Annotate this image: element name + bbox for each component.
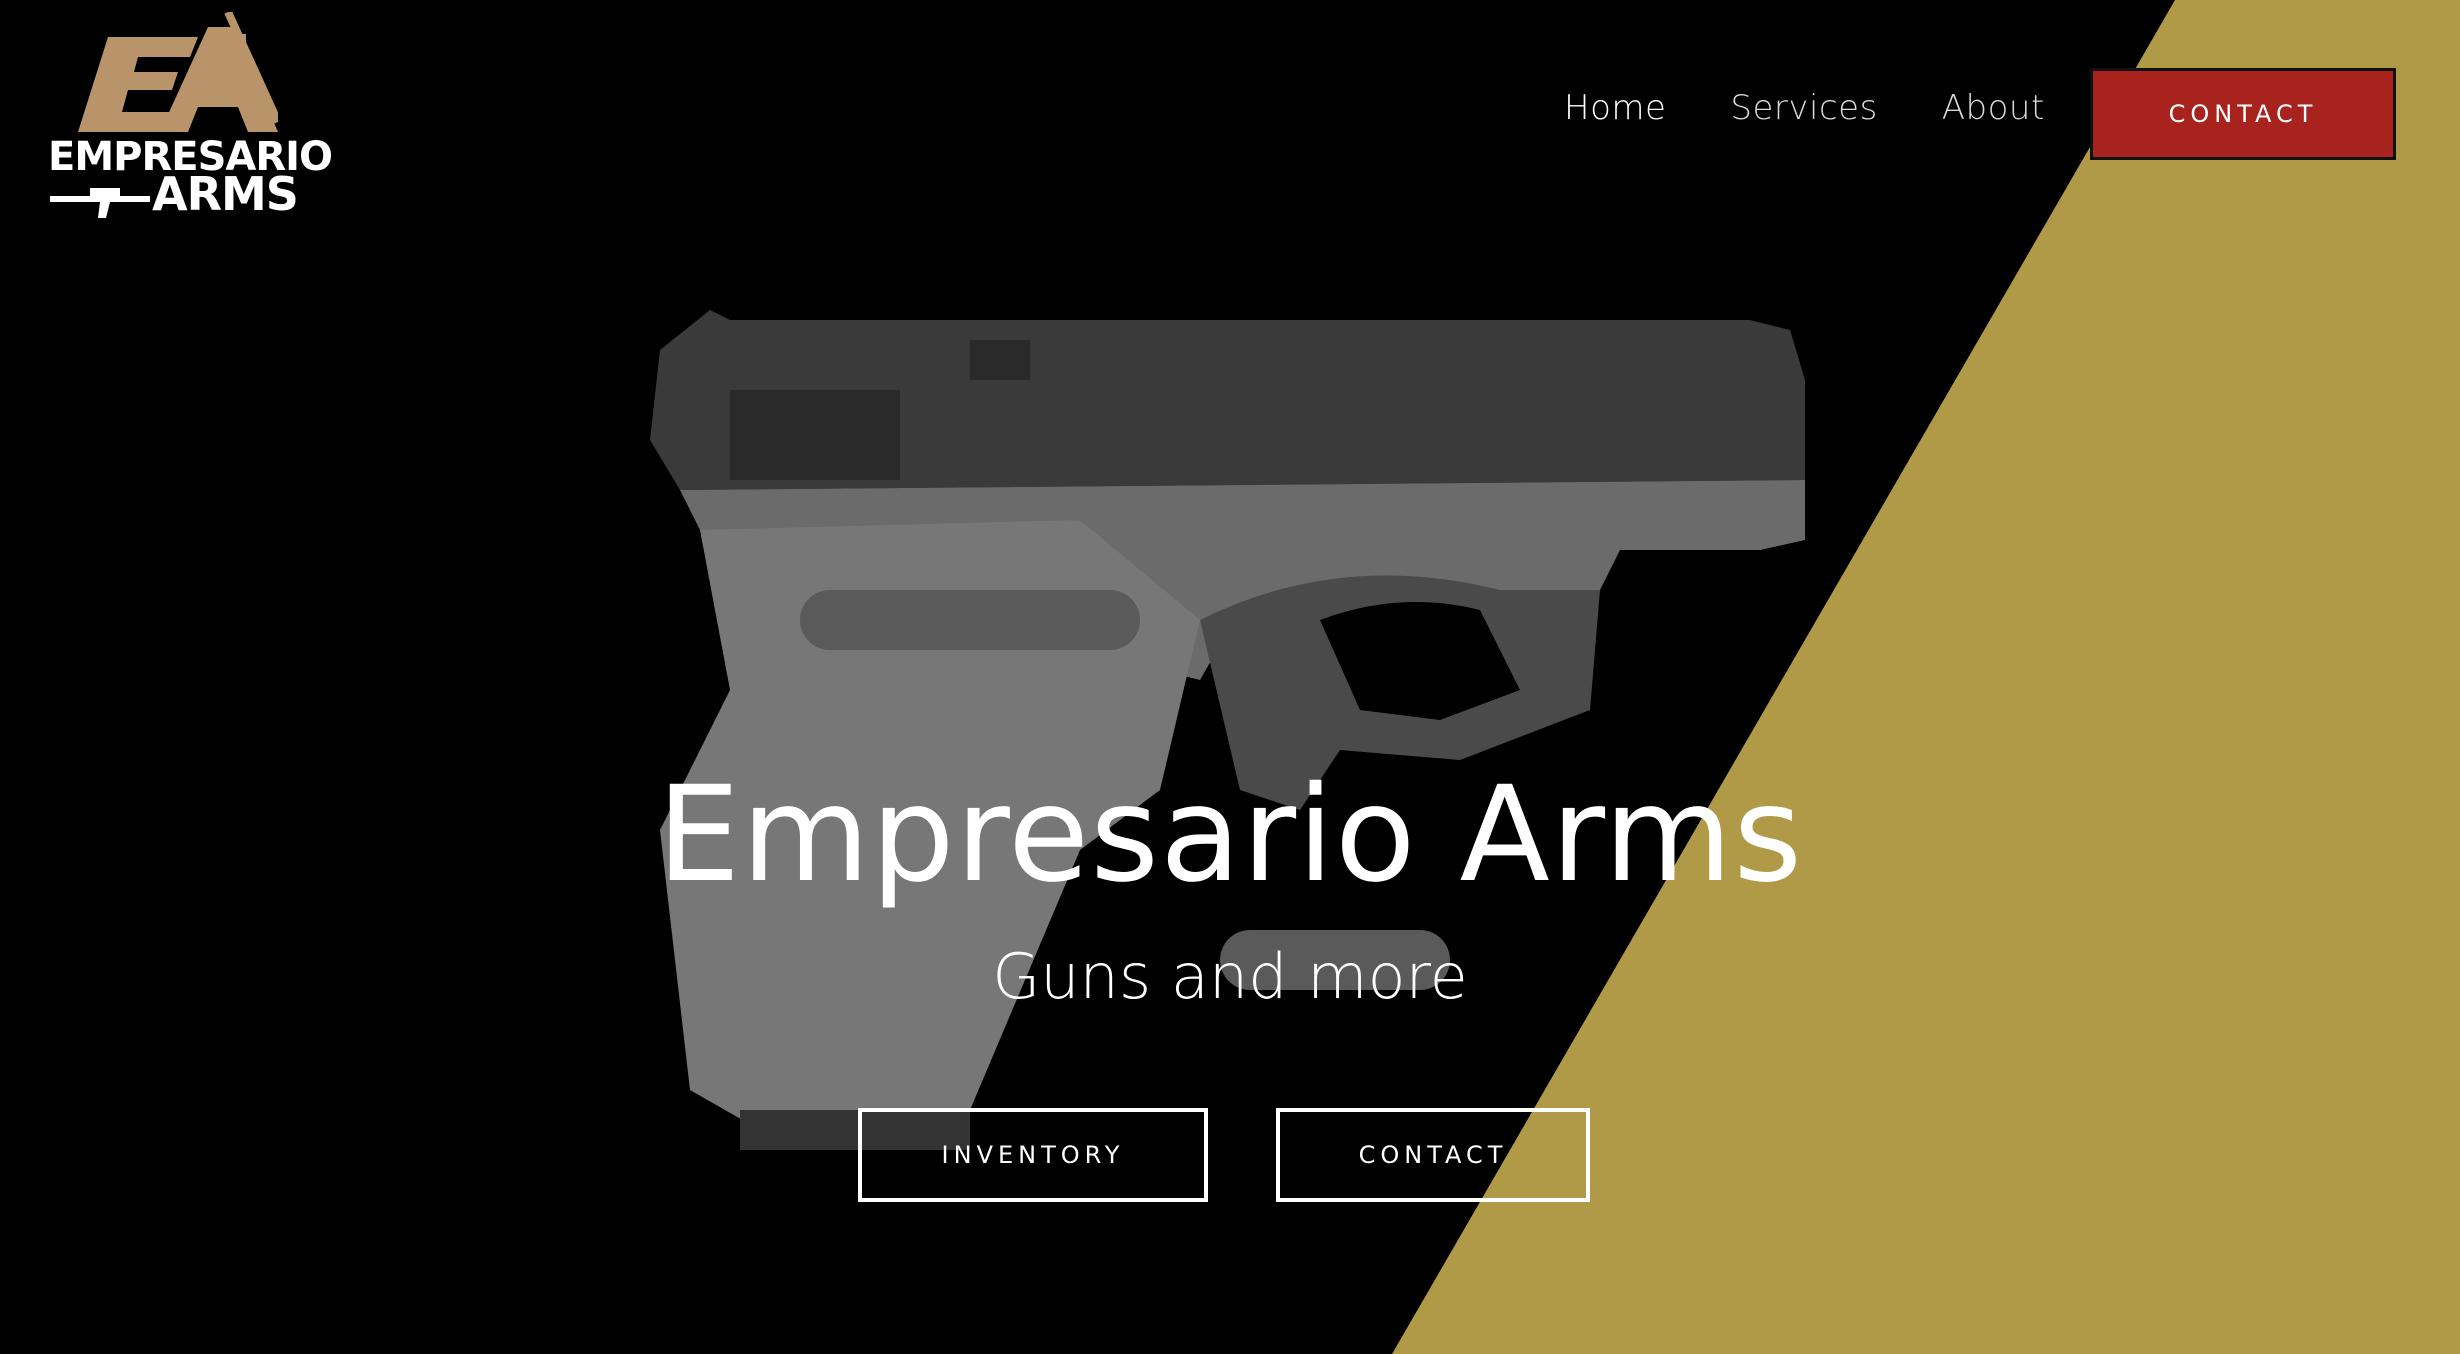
pistol-image [650, 310, 1805, 1150]
nav-link-about[interactable]: About [1942, 88, 2045, 128]
hero-subtitle: Guns and more [992, 940, 1468, 1013]
brand-logo[interactable]: EMPRESARIO ARMS [48, 12, 333, 221]
hero-contact-button[interactable]: CONTACT [1276, 1108, 1590, 1202]
nav-link-home[interactable]: Home [1564, 88, 1666, 128]
logo-rifle-icon [50, 188, 150, 218]
nav-link-services[interactable]: Services [1730, 88, 1877, 128]
header-contact-button[interactable]: CONTACT [2090, 68, 2396, 160]
logo-ea-mark-icon [78, 12, 278, 132]
logo-text-arms: ARMS [152, 167, 299, 221]
inventory-button[interactable]: INVENTORY [858, 1108, 1208, 1202]
hero-title: Empresario Arms [656, 758, 1804, 912]
main-nav: Home Services About [1564, 88, 2045, 128]
